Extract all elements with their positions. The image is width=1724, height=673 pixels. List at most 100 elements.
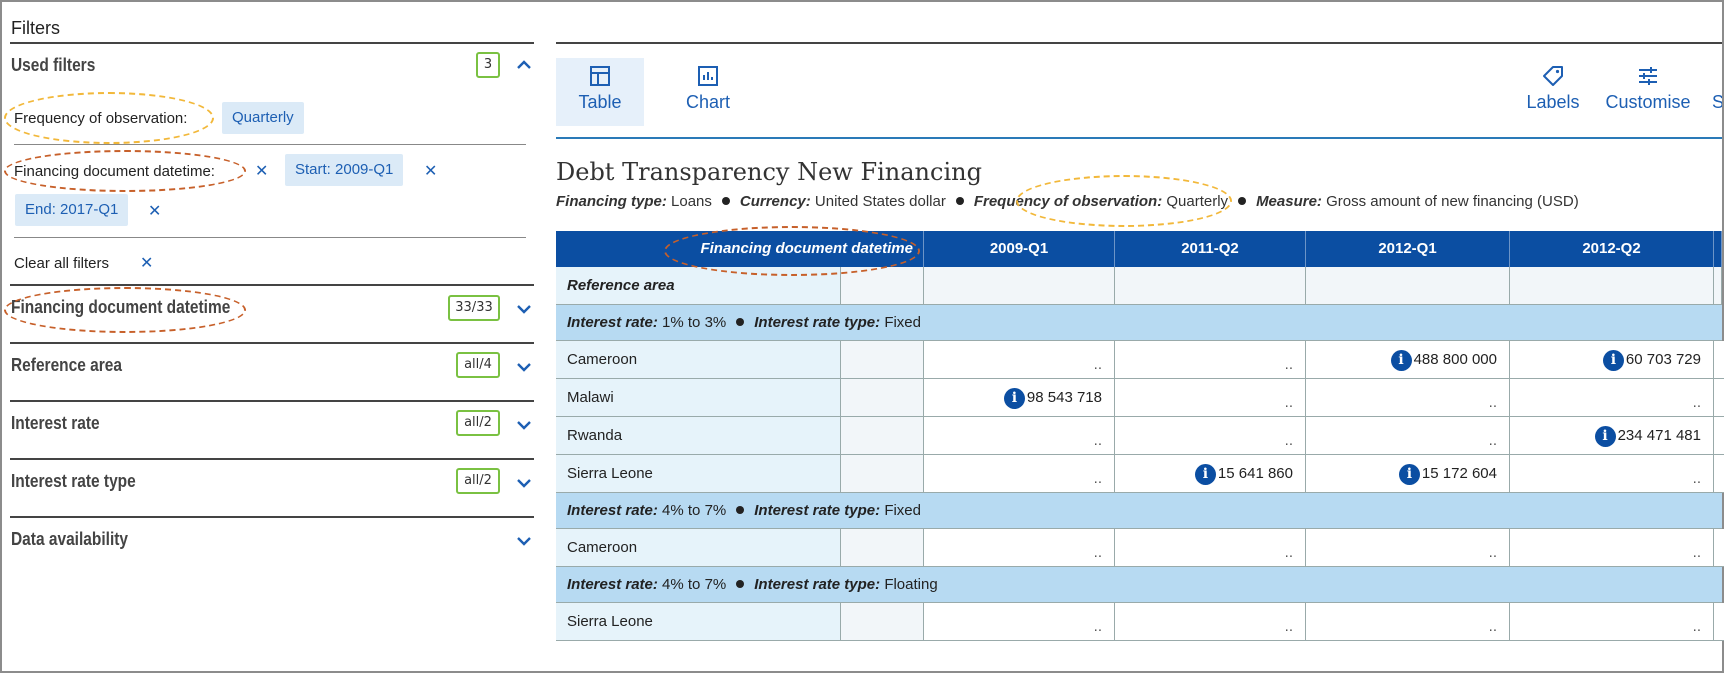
info-icon[interactable]: i: [1594, 425, 1616, 447]
cell-value: ..: [1488, 394, 1497, 411]
cell-value: ..: [1692, 544, 1701, 561]
cell-value: ..: [1488, 544, 1497, 561]
table-cell: ..: [1115, 529, 1306, 567]
cell-value: ..: [1488, 432, 1497, 449]
remove-end-icon[interactable]: ✕: [148, 201, 161, 221]
info-icon[interactable]: i: [1390, 349, 1412, 371]
group-value: 4% to 7%: [662, 502, 727, 519]
end-chip[interactable]: End: 2017-Q1: [15, 194, 129, 226]
section-reference-area[interactable]: Reference area: [11, 355, 122, 376]
table-cell: ..: [1510, 603, 1714, 641]
group-key: Interest rate:: [567, 314, 658, 331]
used-filters-count-badge: 3: [476, 52, 500, 78]
chevron-down-icon[interactable]: [516, 359, 532, 375]
cell-value: ..: [1692, 618, 1701, 635]
column-header[interactable]: 2012-Q2: [1510, 231, 1714, 267]
table-row-label: Sierra Leone: [556, 603, 841, 641]
section-data-availability[interactable]: Data availability: [11, 529, 128, 550]
chevron-down-icon[interactable]: [516, 533, 532, 549]
page-title: Debt Transparency New Financing: [556, 158, 982, 186]
cell-value: ..: [1692, 470, 1701, 487]
cell-value: ..: [1284, 356, 1293, 373]
column-header[interactable]: 2011-Q2: [1115, 231, 1306, 267]
info-icon[interactable]: i: [1602, 349, 1624, 371]
table-cell-partial: [1714, 417, 1724, 455]
info-icon[interactable]: i: [1194, 463, 1216, 485]
frequency-chip-quarterly[interactable]: Quarterly: [222, 102, 304, 134]
section-interest-rate[interactable]: Interest rate: [11, 413, 100, 434]
cell-value: 60 703 729: [1625, 351, 1701, 368]
spacer-cell: [841, 417, 924, 455]
clear-all-filters-link[interactable]: Clear all filters: [14, 255, 109, 272]
subtitle-key: Financing type:: [556, 193, 667, 210]
spacer-cell: [841, 267, 924, 305]
table-cell: i 15 641 860: [1115, 455, 1306, 493]
filters-divider: [10, 42, 534, 44]
info-icon[interactable]: i: [1003, 387, 1025, 409]
content-top-divider: [556, 42, 1722, 44]
remove-start-icon[interactable]: ✕: [424, 161, 437, 181]
clear-all-icon[interactable]: ✕: [140, 253, 153, 273]
filter-divider: [14, 237, 526, 238]
filter-divider: [14, 144, 526, 145]
column-header[interactable]: 2012-Q1: [1306, 231, 1510, 267]
section-financing-datetime[interactable]: Financing document datetime: [11, 297, 230, 318]
column-header[interactable]: 2009-Q1: [924, 231, 1115, 267]
table-row-label: Rwanda: [556, 417, 841, 455]
table-cell: ..: [924, 529, 1115, 567]
group-header-row: Interest rate: 1% to 3% Interest rate typ…: [556, 305, 1722, 341]
section-divider: [10, 284, 534, 286]
customise-button[interactable]: Customise: [1600, 58, 1696, 126]
cell-value: 98 543 718: [1026, 389, 1102, 406]
section-interest-rate-type[interactable]: Interest rate type: [11, 471, 136, 492]
group-key: Interest rate:: [567, 576, 658, 593]
spacer-cell: [841, 529, 924, 567]
start-chip[interactable]: Start: 2009-Q1: [285, 154, 404, 186]
cell-value: ..: [1093, 618, 1102, 635]
table-cell: ..: [1115, 417, 1306, 455]
cell-value: ..: [1093, 470, 1102, 487]
toolbar-underline: [556, 137, 1722, 139]
table-cell: ..: [924, 455, 1115, 493]
table-view-label: Table: [578, 92, 622, 112]
group-header-row: Interest rate: 4% to 7% Interest rate typ…: [556, 567, 1722, 603]
used-filters-heading[interactable]: Used filters: [11, 55, 95, 76]
cell-value: ..: [1284, 544, 1293, 561]
bullet: [736, 318, 745, 327]
subtitle-key: Frequency of observation:: [973, 193, 1163, 210]
table-cell-partial: [1714, 341, 1724, 379]
group-value: 4% to 7%: [662, 576, 727, 593]
group-value: 1% to 3%: [662, 314, 727, 331]
table-cell: i 98 543 718: [924, 379, 1115, 417]
table-cell-partial: [1714, 529, 1724, 567]
table-icon: [590, 66, 610, 86]
share-button-partial[interactable]: S: [1712, 58, 1722, 126]
cell-value: 15 641 860: [1217, 465, 1293, 482]
sliders-icon: [1639, 67, 1657, 85]
remove-datetime-filter-icon[interactable]: ✕: [255, 161, 268, 181]
table-cell: ..: [1510, 455, 1714, 493]
table-row-label: Sierra Leone: [556, 455, 841, 493]
bullet: [721, 197, 730, 206]
section-divider: [10, 458, 534, 460]
subtitle-value: Gross amount of new financing (USD): [1326, 193, 1579, 210]
bullet: [736, 580, 745, 589]
table-view-button[interactable]: Table: [556, 58, 644, 126]
chevron-down-icon[interactable]: [516, 417, 532, 433]
labels-button[interactable]: Labels: [1520, 58, 1586, 126]
empty-cell: [924, 267, 1115, 305]
info-icon[interactable]: i: [1398, 463, 1420, 485]
chart-view-button[interactable]: Chart: [660, 58, 756, 126]
spacer-cell: [841, 455, 924, 493]
table-cell: i 60 703 729: [1510, 341, 1714, 379]
chevron-down-icon[interactable]: [516, 301, 532, 317]
cell-value: 488 800 000: [1413, 351, 1497, 368]
chevron-down-icon[interactable]: [516, 475, 532, 491]
group-key: Interest rate:: [567, 502, 658, 519]
table-cell: ..: [1510, 529, 1714, 567]
chevron-up-icon[interactable]: [516, 57, 532, 73]
table-cell: ..: [1115, 603, 1306, 641]
group-value: Fixed: [884, 502, 921, 519]
section-divider: [10, 516, 534, 518]
table-row-label: Cameroon: [556, 341, 841, 379]
